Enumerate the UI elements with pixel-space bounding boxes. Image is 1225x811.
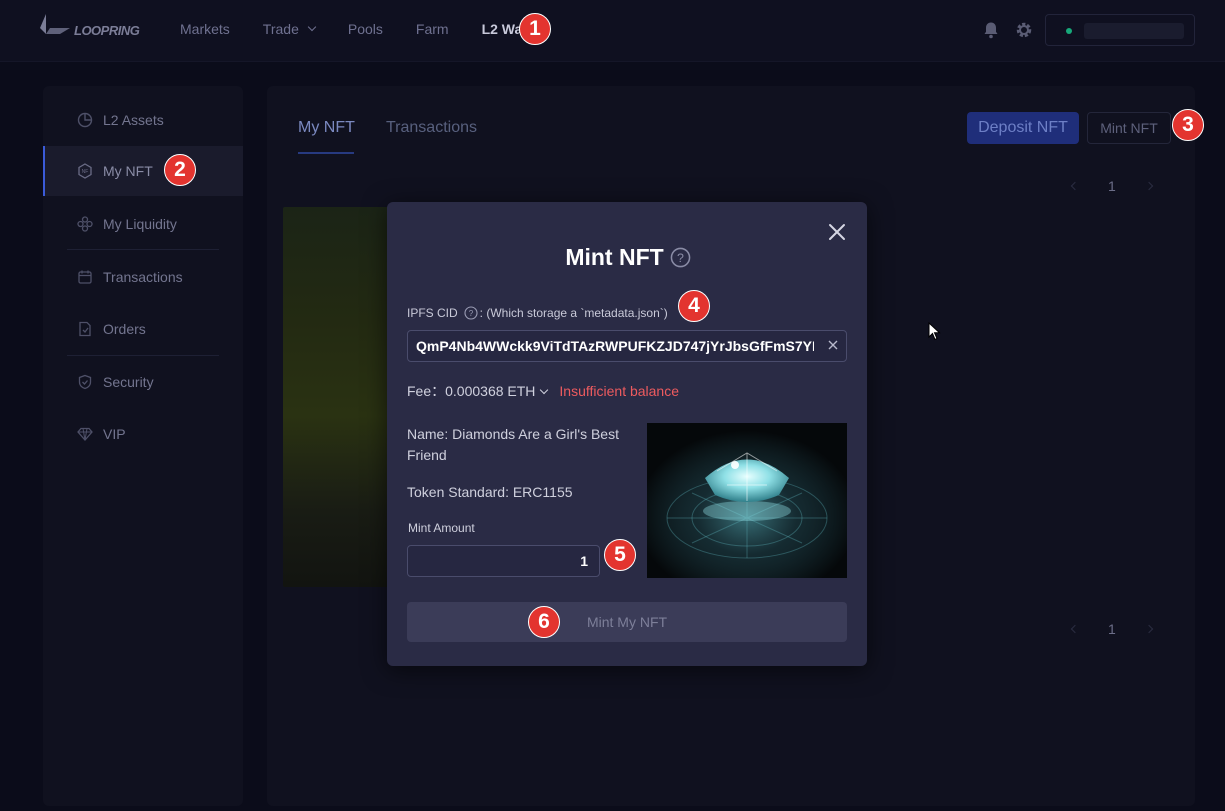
sidebar-item-label: Security <box>103 374 154 390</box>
nft-hexagon-icon: NF <box>78 163 92 179</box>
gear-icon[interactable] <box>1015 21 1033 39</box>
page-next-icon[interactable] <box>1144 624 1154 634</box>
annotation-badge-2: 2 <box>164 154 196 186</box>
ipfs-cid-label: IPFS CID ? : (Which storage a `metadata.… <box>407 306 668 320</box>
help-icon[interactable]: ? <box>670 247 691 268</box>
nft-card-image[interactable] <box>283 207 393 587</box>
clear-input-icon[interactable] <box>828 340 838 350</box>
nav-markets[interactable]: Markets <box>180 21 230 37</box>
nav-trade[interactable]: Trade <box>263 21 317 37</box>
annotation-badge-3: 3 <box>1172 109 1204 141</box>
sidebar-item-label: Orders <box>103 321 146 337</box>
ipfs-cid-input[interactable] <box>407 330 847 362</box>
sidebar-item-label: My NFT <box>103 163 153 179</box>
liquidity-icon <box>77 216 93 232</box>
pagination-bottom: 1 <box>1070 621 1154 637</box>
nav-farm[interactable]: Farm <box>416 21 449 37</box>
tab-transactions[interactable]: Transactions <box>386 119 477 137</box>
calendar-icon <box>78 270 92 284</box>
sidebar-item-security[interactable]: Security <box>43 357 243 407</box>
close-icon[interactable] <box>827 222 847 242</box>
tab-my-nft[interactable]: My NFT <box>298 119 355 137</box>
sidebar-item-my-nft[interactable]: NF My NFT <box>43 146 243 196</box>
sidebar: L2 Assets NF My NFT My Liquidity Transac… <box>43 86 243 806</box>
mint-nft-button[interactable]: Mint NFT <box>1087 112 1171 144</box>
sidebar-item-label: Transactions <box>103 269 183 285</box>
loopring-logo[interactable]: LOOPRING <box>40 14 140 44</box>
logo-text: LOOPRING <box>74 23 140 38</box>
sidebar-item-label: VIP <box>103 426 126 442</box>
chevron-down-icon <box>307 22 317 32</box>
nft-preview-image <box>647 423 847 578</box>
mint-nft-modal: Mint NFT ? IPFS CID ? : (Which storage a… <box>387 202 867 666</box>
annotation-badge-4: 4 <box>678 290 710 322</box>
loopring-logo-icon <box>40 14 70 34</box>
nft-name: Name: Diamonds Are a Girl's Best Friend <box>407 426 619 463</box>
page-prev-icon[interactable] <box>1070 624 1080 634</box>
modal-title: Mint NFT <box>565 244 664 270</box>
deposit-nft-button[interactable]: Deposit NFT <box>967 112 1079 144</box>
sidebar-item-transactions[interactable]: Transactions <box>43 252 243 302</box>
page-number[interactable]: 1 <box>1108 178 1116 194</box>
top-navigation-bar: LOOPRING Markets Trade Pools Farm L2 Wal… <box>0 0 1225 62</box>
chevron-down-icon[interactable] <box>540 385 549 394</box>
sidebar-item-label: L2 Assets <box>103 112 164 128</box>
svg-text:?: ? <box>468 309 473 318</box>
mouse-cursor-icon <box>928 322 941 341</box>
pagination-top: 1 <box>1070 178 1154 194</box>
svg-text:NF: NF <box>82 169 89 175</box>
sidebar-item-vip[interactable]: VIP <box>43 409 243 459</box>
page-number[interactable]: 1 <box>1108 621 1116 637</box>
mint-amount-input[interactable] <box>407 545 600 577</box>
wallet-connect-button[interactable] <box>1045 14 1195 46</box>
fee-value[interactable]: Fee：0.000368 ETH <box>407 381 535 401</box>
pie-chart-icon <box>77 112 93 128</box>
diamond-image <box>647 423 847 578</box>
mint-my-nft-button[interactable]: Mint My NFT <box>407 602 847 642</box>
sidebar-item-my-liquidity[interactable]: My Liquidity <box>43 199 243 249</box>
page-next-icon[interactable] <box>1144 181 1154 191</box>
main-nav: Markets Trade Pools Farm L2 Wallet <box>180 21 576 37</box>
bell-icon[interactable] <box>982 21 1000 39</box>
wallet-address-redacted <box>1084 23 1184 39</box>
sidebar-item-orders[interactable]: Orders <box>43 304 243 354</box>
diamond-icon <box>77 427 93 441</box>
insufficient-balance-warning: Insufficient balance <box>559 383 680 399</box>
nav-pools[interactable]: Pools <box>348 21 383 37</box>
shield-icon <box>78 374 92 390</box>
page-prev-icon[interactable] <box>1070 181 1080 191</box>
help-icon[interactable]: ? <box>464 306 478 320</box>
sidebar-divider <box>67 249 219 250</box>
token-standard: Token Standard: ERC1155 <box>407 484 573 500</box>
sidebar-item-l2-assets[interactable]: L2 Assets <box>43 95 243 145</box>
annotation-badge-5: 5 <box>604 539 636 571</box>
svg-text:?: ? <box>677 251 684 265</box>
active-tab-indicator <box>298 152 354 154</box>
annotation-badge-1: 1 <box>519 13 551 45</box>
fee-row: Fee：0.000368 ETH Insufficient balance <box>407 381 679 401</box>
annotation-badge-6: 6 <box>528 606 560 638</box>
sidebar-divider <box>67 355 219 356</box>
wallet-status-dot <box>1066 28 1072 34</box>
document-icon <box>79 321 91 337</box>
mint-amount-label: Mint Amount <box>408 521 475 535</box>
sidebar-item-label: My Liquidity <box>103 216 177 232</box>
